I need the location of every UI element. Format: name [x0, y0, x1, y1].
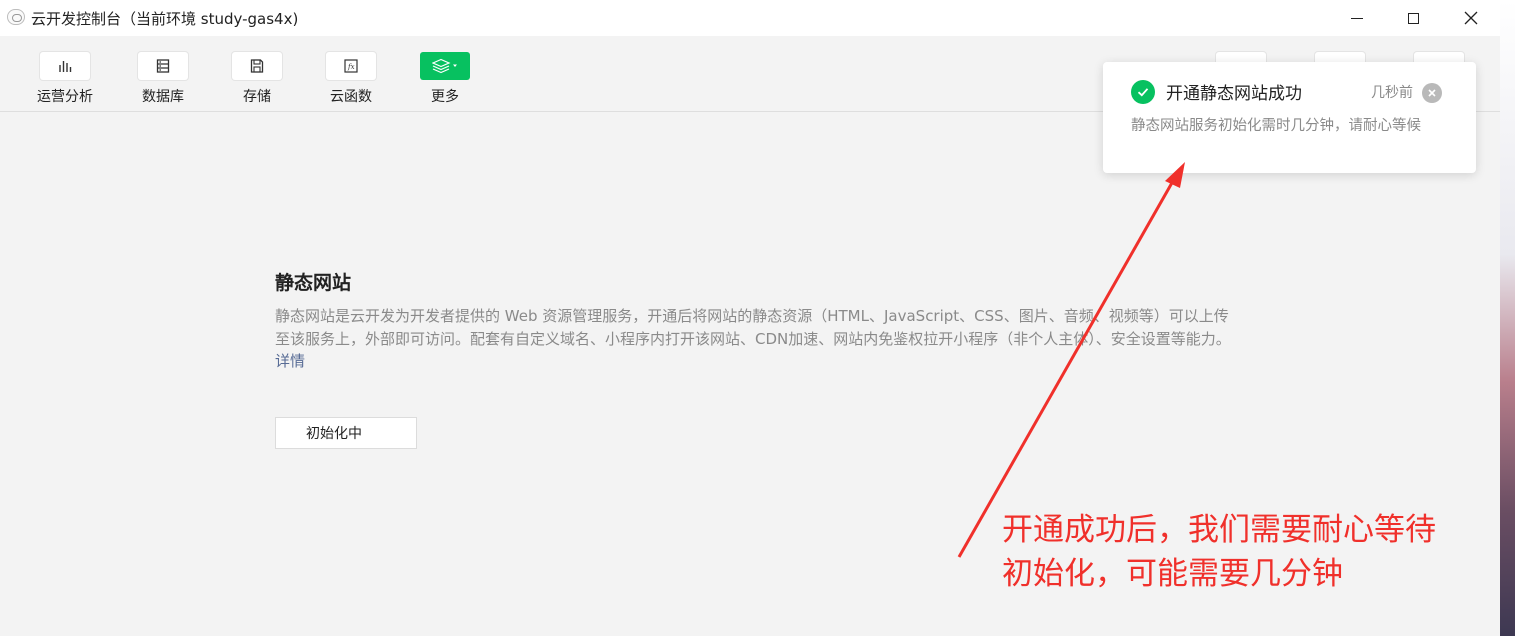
annotation-line-2: 初始化，可能需要几分钟 — [1002, 556, 1343, 592]
annotation-line-1: 开通成功后，我们需要耐心等待 — [1002, 512, 1436, 548]
annotation-text: 开通成功后，我们需要耐心等待 初始化，可能需要几分钟 — [1002, 508, 1436, 596]
